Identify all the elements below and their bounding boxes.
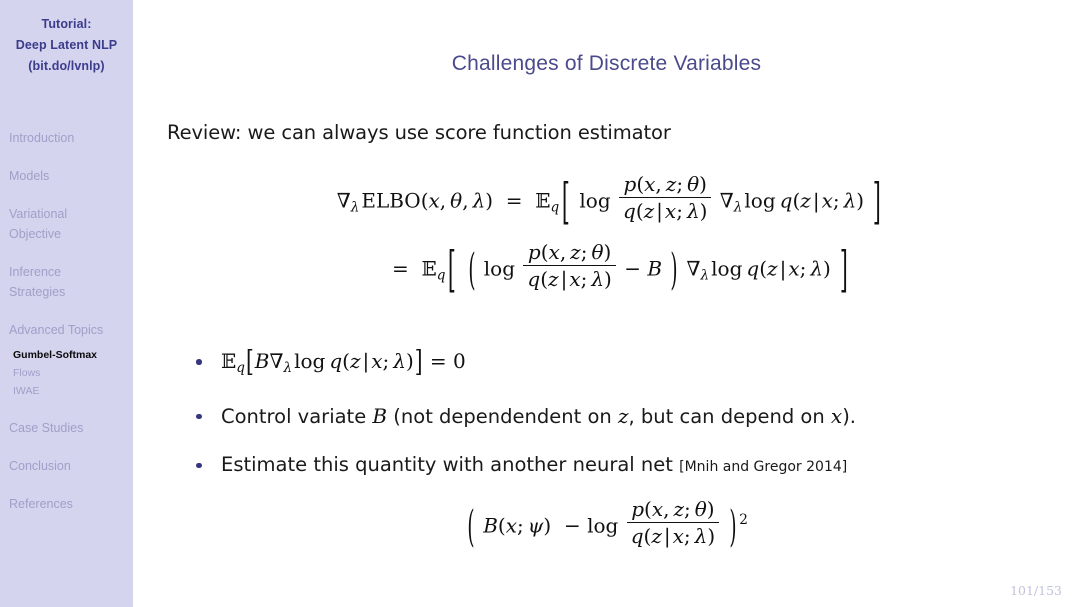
bullet-dot-icon [196,413,202,420]
page-title: Challenges of Discrete Variables [451,52,762,75]
sidebar-item-label: Variational [9,207,68,221]
bullet-text-part-2: (not dependendent on [387,404,618,428]
sidebar-item-introduction[interactable]: Introduction [0,128,133,148]
sidebar-item-label: Objective [9,227,62,241]
sidebar-subitem-iwae[interactable]: IWAE [0,382,133,400]
bullet-var-z: z [617,403,629,428]
citation-reference: [Mnih and Gregor 2014] [679,458,848,475]
bullet-text-part-4: ). [842,404,856,428]
sidebar-item-conclusion[interactable]: Conclusion [0,456,133,476]
sidebar-item-label: Strategies [9,285,66,299]
equation-line-2: = 𝔼q[ ( log p(x, z; θ) q(z | x; λ) − B ) ∇… [392,239,849,299]
bullet-math-content: 𝔼q[B∇λ log q(z | x; λ)] = 0 [221,343,466,379]
page-number: 101/153 [1010,583,1062,598]
sidebar-subitem-gumbel-softmax[interactable]: Gumbel-Softmax [0,346,133,364]
sidebar-item-label: Advanced Topics [9,323,104,337]
sidebar-title-line-1: Tutorial: [41,17,92,31]
sidebar-item-variational-objective[interactable]: Variational Objective [0,204,133,244]
sidebar-item-label: References [9,497,73,511]
sidebar-item-label: Models [9,169,50,183]
sidebar-item-references[interactable]: References [0,494,133,514]
bullet-dot-icon [196,462,202,469]
sidebar-item-label: Case Studies [9,421,84,435]
sidebar-title-line-2: Deep Latent NLP [15,38,118,52]
review-statement: Review: we can always use score function… [167,121,671,144]
equation-block-control-variate-loss: ( B(x; ψ) − log p(x, z; θ) q(z | x; λ) ) 2 [467,497,748,552]
bullet-var-x: x [830,403,843,428]
equation-line-1: ∇λ ELBO(x, θ, λ) = 𝔼q[ log p(x, z; θ) q(… [336,171,882,231]
slide-content: Challenges of Discrete Variables Review:… [133,0,1080,607]
bullet-expectation-zero: 𝔼q[B∇λ log q(z | x; λ)] = 0 [189,343,1069,381]
bullet-control-variate: Control variate B (not dependendent on z… [189,403,1069,430]
sidebar-title-line-3: (bit.do/lvnlp) [28,59,105,73]
sidebar-subitem-flows[interactable]: Flows [0,364,133,382]
sidebar-item-case-studies[interactable]: Case Studies [0,418,133,438]
bullet-dot-icon [196,359,202,365]
bullet-var-b: B [372,403,388,428]
sidebar-title: Tutorial: Deep Latent NLP (bit.do/lvnlp) [0,0,133,77]
slide-root: Tutorial: Deep Latent NLP (bit.do/lvnlp)… [0,0,1080,607]
bullet-estimate-neural-net: Estimate this quantity with another neur… [189,452,1069,480]
bullet-list: 𝔼q[B∇λ log q(z | x; λ)] = 0 Control variat… [189,343,1069,502]
sidebar-item-label: Inference [9,265,62,279]
sidebar: Tutorial: Deep Latent NLP (bit.do/lvnlp)… [0,0,133,607]
bullet-text-part-3: , but can depend on [628,404,831,428]
equation-block-elbo-gradient: ∇λ ELBO(x, θ, λ) = 𝔼q[ log p(x, z; θ) q(… [133,171,1080,299]
sidebar-item-label: Introduction [9,131,75,145]
sidebar-item-inference-strategies[interactable]: Inference Strategies [0,262,133,302]
bullet-text-part-1: Control variate [221,404,373,428]
bullet-text: Estimate this quantity with another neur… [221,452,673,476]
sidebar-item-models[interactable]: Models [0,166,133,186]
sidebar-item-label: Conclusion [9,459,71,473]
sidebar-subsection-group: Gumbel-Softmax Flows IWAE [0,346,133,400]
sidebar-nav: Introduction Models Variational Objectiv… [0,128,133,532]
sidebar-item-advanced-topics[interactable]: Advanced Topics [0,320,133,340]
